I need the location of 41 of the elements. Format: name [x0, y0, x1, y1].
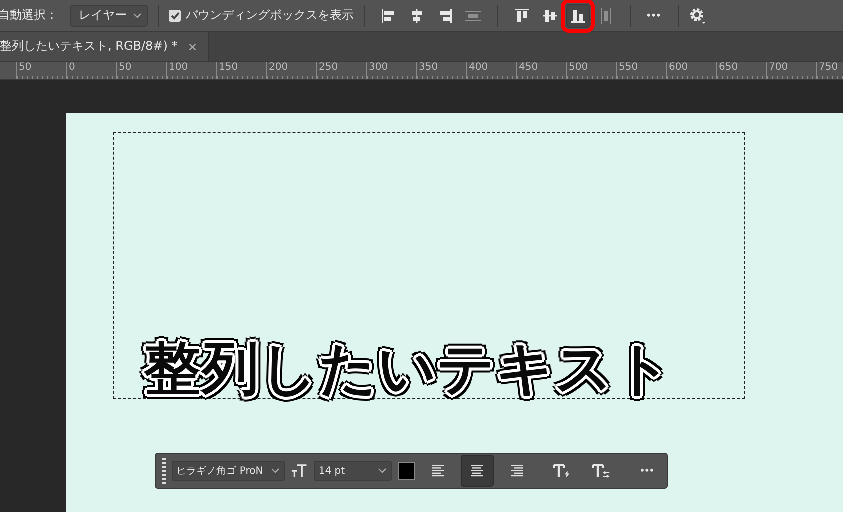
- ruler-label: 400: [468, 62, 490, 74]
- ruler-label: 600: [668, 62, 690, 74]
- close-icon[interactable]: ×: [188, 40, 198, 54]
- text-align-icon: [510, 465, 523, 477]
- settings-icon[interactable]: [688, 6, 707, 24]
- chevron-icon: [271, 468, 280, 474]
- ruler-label: 250: [318, 62, 340, 74]
- ruler-label: 350: [418, 62, 440, 74]
- font-dropdown[interactable]: ヒラギノ角ゴ ProN: [172, 461, 286, 481]
- ruler-label: 50: [18, 62, 33, 74]
- ruler-label: 150: [218, 62, 240, 74]
- text-align-button[interactable]: [460, 455, 494, 487]
- text-align-icon: [432, 465, 444, 477]
- text-options-icon[interactable]: [592, 463, 610, 479]
- color-swatch[interactable]: [398, 462, 416, 480]
- ruler-label: 650: [718, 62, 740, 74]
- checkbox[interactable]: [169, 10, 181, 22]
- ruler-label: 50: [118, 62, 133, 74]
- document-tab[interactable]: 整列したいテキスト, RGB/8#) * ×: [0, 32, 209, 61]
- ruler-label: 450: [518, 62, 540, 74]
- auto-select-dropdown[interactable]: レイヤー: [70, 4, 148, 26]
- ruler-label: 300: [368, 62, 390, 74]
- align-icon: [513, 6, 531, 24]
- text-align-icon: [471, 465, 484, 477]
- chevron-icon: [378, 468, 388, 474]
- font-size-icon: [291, 464, 308, 478]
- ruler-label: 550: [618, 62, 640, 74]
- bounding-box-label: バウンディングボックスを表示: [186, 7, 354, 24]
- more-button[interactable]: •••: [641, 10, 668, 22]
- grip-handle[interactable]: [162, 458, 166, 484]
- warp-text-icon[interactable]: [553, 463, 572, 479]
- ruler-label: 700: [768, 62, 790, 74]
- font-size-dropdown[interactable]: 14 pt: [314, 461, 392, 481]
- more-button[interactable]: •••: [634, 465, 661, 477]
- ruler-label: 100: [168, 62, 190, 74]
- text-layer: 整列したいテキスト: [144, 335, 673, 404]
- chevron-icon: [133, 12, 142, 18]
- ruler-label: 200: [268, 62, 290, 74]
- ruler-label: 500: [568, 62, 590, 74]
- ruler-label: 750: [818, 62, 840, 74]
- ruler-label: 0: [68, 62, 76, 74]
